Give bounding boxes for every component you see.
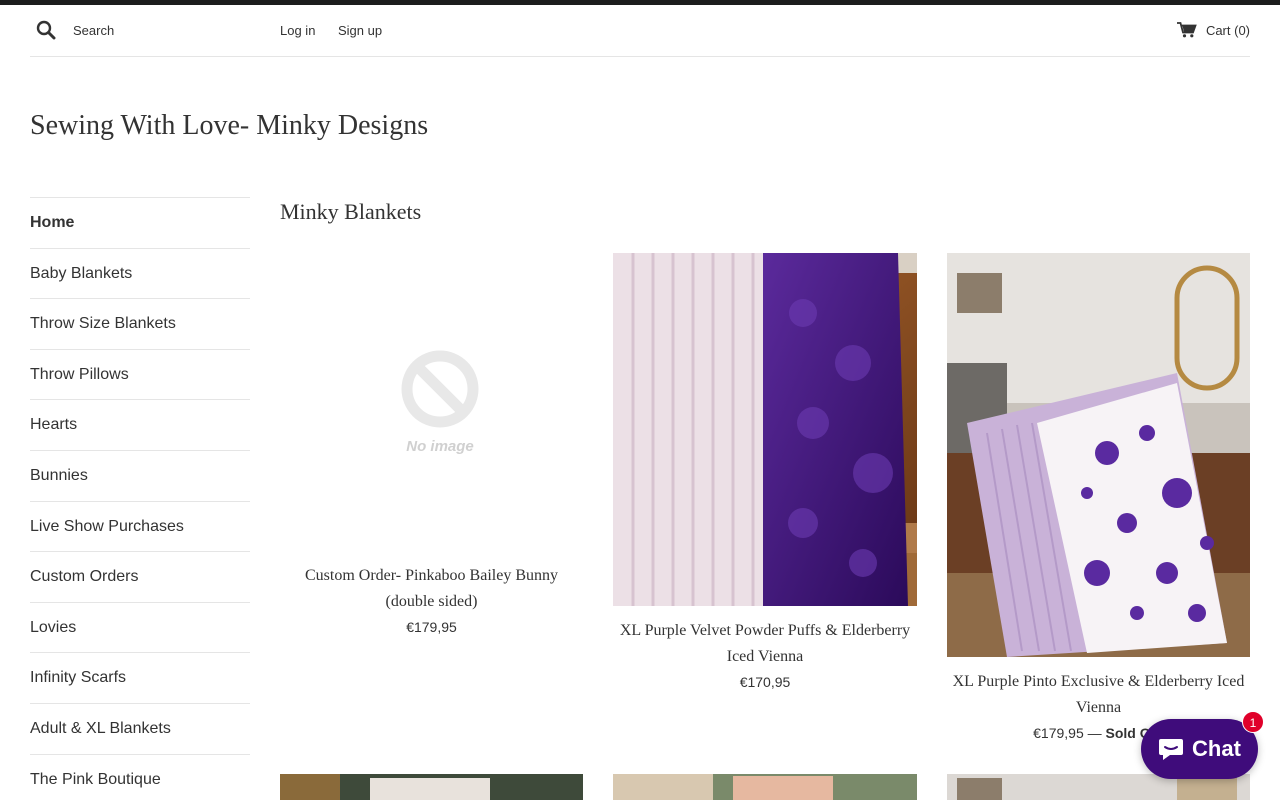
site-header: Log in Sign up Cart (0) <box>30 5 1250 57</box>
no-image-text: No image <box>406 438 474 455</box>
sidebar-item-hearts[interactable]: Hearts <box>30 399 250 450</box>
cart-link[interactable]: Cart (0) <box>1176 22 1250 38</box>
product-price: €179,95 <box>1033 725 1084 741</box>
search-input[interactable] <box>73 20 273 40</box>
product-image-next-row-2[interactable] <box>613 774 917 800</box>
sidebar-item-baby-blankets[interactable]: Baby Blankets <box>30 247 250 299</box>
chat-bubble-icon <box>1158 737 1184 761</box>
sidebar-item-bunnies[interactable]: Bunnies <box>30 449 250 501</box>
sidebar-item-home[interactable]: Home <box>30 197 250 248</box>
product-title[interactable]: Custom Order- Pinkaboo Bailey Bunny (dou… <box>280 563 583 615</box>
site-title[interactable]: Sewing With Love- Minky Designs <box>30 110 428 142</box>
product-image-purple-pinto-blanket[interactable] <box>947 253 1250 657</box>
product-card[interactable]: XL Purple Velvet Powder Puffs & Elderber… <box>613 253 917 690</box>
chat-label: Chat <box>1192 736 1241 761</box>
search-icon[interactable] <box>36 20 56 40</box>
product-title[interactable]: XL Purple Pinto Exclusive & Elderberry I… <box>947 669 1250 721</box>
sidebar-item-custom-orders[interactable]: Custom Orders <box>30 551 250 602</box>
product-image-next-row-1[interactable] <box>280 774 583 800</box>
product-price: €179,95 <box>406 619 457 635</box>
product-price: €170,95 <box>739 674 791 690</box>
sidebar-item-infinity-scarfs[interactable]: Infinity Scarfs <box>30 652 250 703</box>
sidebar-item-live-show-purchases[interactable]: Live Show Purchases <box>30 500 250 552</box>
collection-title: Minky Blankets <box>280 199 422 224</box>
product-title[interactable]: XL Purple Velvet Powder Puffs & Elderber… <box>613 618 917 670</box>
no-image-icon: No image <box>401 350 479 455</box>
sidebar-item-adult-xl-blankets[interactable]: Adult & XL Blankets <box>30 702 250 754</box>
sidebar-nav: Home Baby Blankets Throw Size Blankets T… <box>30 197 250 800</box>
product-image-purple-white-blanket[interactable] <box>613 253 917 606</box>
signup-link[interactable]: Sign up <box>338 23 382 38</box>
price-separator: — <box>1087 725 1102 741</box>
chat-notification-badge: 1 <box>1242 711 1264 733</box>
sidebar-item-throw-pillows[interactable]: Throw Pillows <box>30 348 250 400</box>
sidebar-item-lovies[interactable]: Lovies <box>30 601 250 653</box>
login-link[interactable]: Log in <box>280 23 315 38</box>
product-card[interactable]: No image Custom Order- Pinkaboo Bailey B… <box>280 253 583 635</box>
sidebar-item-pink-boutique[interactable]: The Pink Boutique <box>30 753 250 800</box>
cart-icon <box>1176 22 1197 38</box>
sidebar-item-throw-size-blankets[interactable]: Throw Size Blankets <box>30 298 250 349</box>
cart-label: Cart (0) <box>1205 22 1250 38</box>
product-card[interactable]: XL Purple Pinto Exclusive & Elderberry I… <box>947 253 1250 741</box>
chat-button[interactable]: Chat <box>1141 719 1258 779</box>
product-image-placeholder[interactable]: No image <box>280 253 583 553</box>
